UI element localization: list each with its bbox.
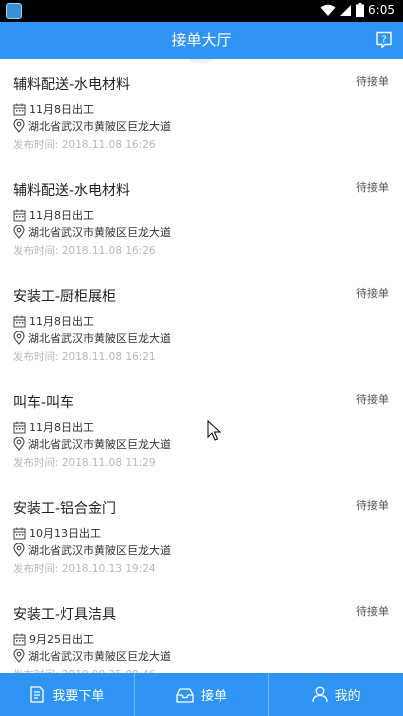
order-item[interactable]: 安装工-灯具洁具 待接单 9月25日出工 湖北省武汉市黄陂区巨龙大道 发布时间:…	[0, 589, 403, 673]
address-row: 湖北省武汉市黄陂区巨龙大道	[13, 436, 171, 452]
work-date-row: 11月8日出工	[13, 207, 94, 223]
calendar-icon	[13, 103, 26, 115]
order-list[interactable]: 辅料配送-水电材料 待接单 11月8日出工 湖北省武汉市黄陂区巨龙大道 发布时间…	[0, 59, 403, 673]
location-pin-icon	[13, 543, 25, 557]
address-row: 湖北省武汉市黄陂区巨龙大道	[13, 330, 171, 346]
tab-mine[interactable]: 我的	[269, 673, 403, 716]
publish-time: 发布时间: 2018.10.13 19:24	[13, 563, 156, 575]
page-title: 接单大厅	[171, 31, 232, 49]
tab-label: 接单	[201, 689, 228, 704]
order-title: 叫车-叫车	[13, 395, 75, 411]
inbox-icon	[176, 687, 194, 703]
order-status-badge: 待接单	[356, 605, 389, 618]
order-title: 安装工-厨柜展柜	[13, 289, 117, 305]
mouse-pointer-icon	[207, 420, 221, 441]
address-row: 湖北省武汉市黄陂区巨龙大道	[13, 118, 171, 134]
question-bubble-icon[interactable]: ?	[375, 31, 393, 49]
publish-time: 发布时间: 2018.11.08 16:21	[13, 351, 156, 363]
location-pin-icon	[13, 649, 25, 663]
signal-icon	[340, 4, 352, 16]
order-status-badge: 待接单	[356, 499, 389, 512]
publish-time: 发布时间: 2018.11.08 16:26	[13, 245, 156, 257]
order-status-badge: 待接单	[356, 181, 389, 194]
wifi-icon	[320, 4, 336, 16]
publish-time: 发布时间: 2018.11.08 11:29	[13, 457, 156, 469]
calendar-icon	[13, 421, 26, 433]
location-pin-icon	[13, 437, 25, 451]
tab-take-order[interactable]: 接单	[135, 673, 270, 716]
location-pin-icon	[13, 119, 25, 133]
work-date: 11月8日出工	[29, 421, 94, 434]
order-item[interactable]: 安装工-厨柜展柜 待接单 11月8日出工 湖北省武汉市黄陂区巨龙大道 发布时间:…	[0, 271, 403, 377]
tab-label: 我的	[334, 689, 361, 704]
order-item[interactable]: 安装工-铝合金门 待接单 10月13日出工 湖北省武汉市黄陂区巨龙大道 发布时间…	[0, 483, 403, 589]
address: 湖北省武汉市黄陂区巨龙大道	[28, 332, 171, 345]
location-pin-icon	[13, 331, 25, 345]
battery-icon	[356, 3, 365, 17]
calendar-icon	[13, 209, 26, 221]
address: 湖北省武汉市黄陂区巨龙大道	[28, 226, 171, 239]
work-date-row: 9月25日出工	[13, 631, 94, 647]
tab-place-order[interactable]: 我要下单	[0, 673, 135, 716]
work-date-row: 11月8日出工	[13, 101, 94, 117]
order-item[interactable]: 辅料配送-水电材料 待接单 11月8日出工 湖北省武汉市黄陂区巨龙大道 发布时间…	[0, 59, 403, 165]
work-date: 11月8日出工	[29, 103, 94, 116]
system-icons: 6:05	[320, 3, 395, 17]
order-title: 辅料配送-水电材料	[13, 77, 131, 93]
address-row: 湖北省武汉市黄陂区巨龙大道	[13, 224, 171, 240]
order-status-badge: 待接单	[356, 287, 389, 300]
order-title: 安装工-铝合金门	[13, 501, 117, 517]
order-item[interactable]: 叫车-叫车 待接单 11月8日出工 湖北省武汉市黄陂区巨龙大道 发布时间: 20…	[0, 377, 403, 483]
tab-label: 我要下单	[52, 689, 105, 704]
order-item[interactable]: 辅料配送-水电材料 待接单 11月8日出工 湖北省武汉市黄陂区巨龙大道 发布时间…	[0, 165, 403, 271]
publish-time: 发布时间: 2018.11.08 16:26	[13, 139, 156, 151]
address: 湖北省武汉市黄陂区巨龙大道	[28, 650, 171, 663]
address: 湖北省武汉市黄陂区巨龙大道	[28, 438, 171, 451]
order-status-badge: 待接单	[356, 393, 389, 406]
order-status-badge: 待接单	[356, 75, 389, 88]
app-header: 接单大厅 ?	[0, 22, 403, 59]
status-bar: 6:05	[0, 0, 403, 22]
address-row: 湖北省武汉市黄陂区巨龙大道	[13, 542, 171, 558]
clock: 6:05	[368, 3, 395, 17]
work-date-row: 10月13日出工	[13, 525, 101, 541]
work-date: 11月8日出工	[29, 315, 94, 328]
address: 湖北省武汉市黄陂区巨龙大道	[28, 120, 171, 133]
person-icon	[312, 686, 328, 703]
address-row: 湖北省武汉市黄陂区巨龙大道	[13, 648, 171, 664]
work-date-row: 11月8日出工	[13, 419, 94, 435]
order-title: 安装工-灯具洁具	[13, 607, 117, 623]
work-date: 10月13日出工	[29, 527, 101, 540]
svg-text:?: ?	[381, 35, 386, 46]
calendar-icon	[13, 315, 26, 327]
app-notification-icon	[6, 3, 22, 19]
order-title: 辅料配送-水电材料	[13, 183, 131, 199]
bottom-tab-bar: 我要下单 接单 我的	[0, 673, 403, 716]
calendar-icon	[13, 633, 26, 645]
work-date-row: 11月8日出工	[13, 313, 94, 329]
work-date: 11月8日出工	[29, 209, 94, 222]
order-form-icon	[30, 686, 44, 703]
work-date: 9月25日出工	[29, 633, 94, 646]
address: 湖北省武汉市黄陂区巨龙大道	[28, 544, 171, 557]
location-pin-icon	[13, 225, 25, 239]
calendar-icon	[13, 527, 26, 539]
